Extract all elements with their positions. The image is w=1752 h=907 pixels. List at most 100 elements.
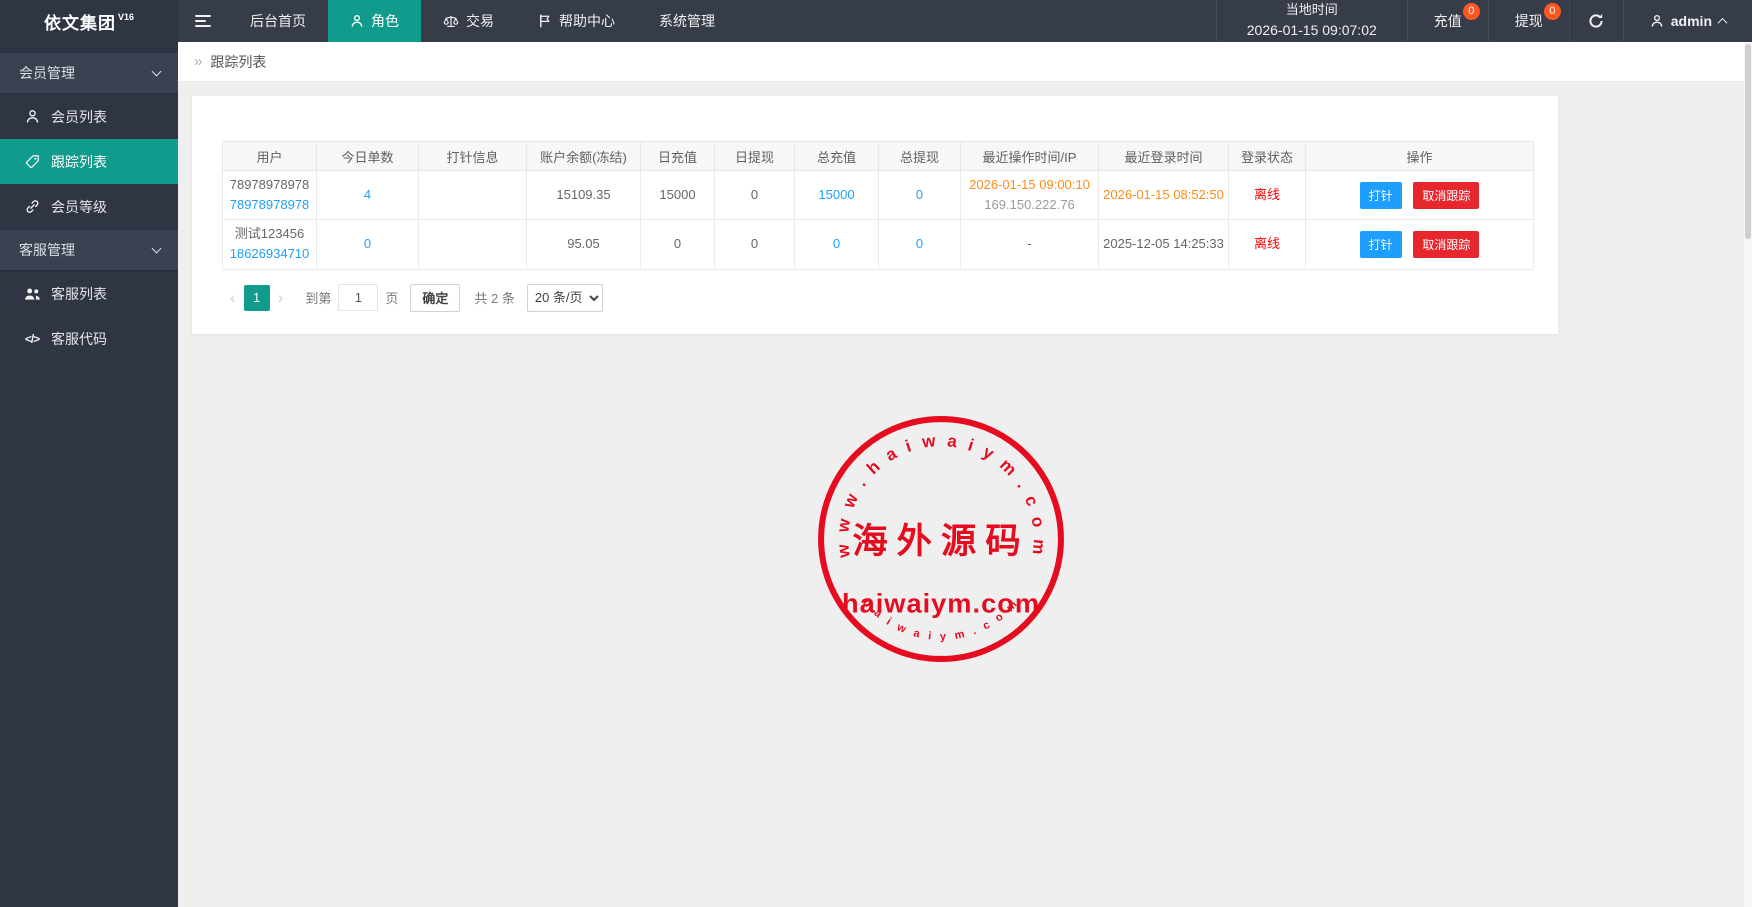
pagination: ‹ 1 › 到第 页 确定 共 2 条 20 条/页 bbox=[222, 284, 1534, 312]
link-icon bbox=[23, 199, 41, 214]
last-op-time: 2026-01-15 09:00:10 bbox=[965, 175, 1094, 195]
cell-inject-info bbox=[419, 220, 527, 269]
inject-button[interactable]: 打针 bbox=[1360, 231, 1402, 258]
cell-today-orders-link[interactable]: 0 bbox=[317, 220, 419, 269]
cell-total-withdraw-link[interactable]: 0 bbox=[879, 220, 961, 269]
nav-item-roles[interactable]: 角色 bbox=[328, 0, 421, 42]
vertical-scrollbar[interactable] bbox=[1744, 42, 1752, 907]
sidebar-collapse-icon[interactable] bbox=[178, 0, 228, 42]
username: admin bbox=[1671, 13, 1712, 29]
table-row: 78978978978 78978978978 4 15109.35 15000… bbox=[223, 171, 1534, 220]
goto-page-prefix: 到第 bbox=[305, 288, 331, 307]
cell-actions: 打针 取消跟踪 bbox=[1306, 220, 1534, 269]
current-page-button[interactable]: 1 bbox=[244, 285, 270, 311]
cell-total-withdraw-link[interactable]: 0 bbox=[879, 171, 961, 220]
cell-day-withdraw: 0 bbox=[715, 220, 795, 269]
code-icon: </> bbox=[23, 332, 41, 346]
goto-page-input[interactable] bbox=[338, 284, 378, 311]
col-last-login-time: 最近登录时间 bbox=[1099, 142, 1229, 171]
cancel-tracking-button[interactable]: 取消跟踪 bbox=[1413, 231, 1479, 258]
recharge-button[interactable]: 充值 0 bbox=[1407, 0, 1488, 42]
cell-last-login: 2026-01-15 08:52:50 bbox=[1099, 171, 1229, 220]
cell-last-login: 2025-12-05 14:25:33 bbox=[1099, 220, 1229, 269]
breadcrumb-label: 跟踪列表 bbox=[210, 52, 266, 72]
table-header-row: 用户 今日单数 打针信息 账户余额(冻结) 日充值 日提现 总充值 总提现 最近… bbox=[223, 142, 1534, 171]
cell-day-withdraw: 0 bbox=[715, 171, 795, 220]
cell-total-recharge-link[interactable]: 15000 bbox=[795, 171, 879, 220]
main-content: » 跟踪列表 用户 今日单数 打针信息 账户余额(冻结) 日充值 日提现 总充值… bbox=[178, 42, 1752, 907]
withdraw-button[interactable]: 提现 0 bbox=[1488, 0, 1569, 42]
top-nav-menu: 后台首页 角色 交易 帮助中心 系统管理 bbox=[228, 0, 737, 42]
breadcrumb-arrows-icon: » bbox=[194, 53, 202, 70]
prev-page-icon[interactable]: ‹ bbox=[222, 288, 244, 308]
sidebar: 会员管理 会员列表 跟踪列表 会员等级 客服管理 客服列表 </> 客服代码 bbox=[0, 42, 178, 907]
col-total-recharge: 总充值 bbox=[795, 142, 879, 171]
breadcrumb: » 跟踪列表 bbox=[178, 42, 1752, 82]
sidebar-item-service-list[interactable]: 客服列表 bbox=[0, 271, 178, 316]
sidebar-group-service-management[interactable]: 客服管理 bbox=[0, 229, 178, 271]
cell-user: 测试123456 18626934710 bbox=[223, 220, 317, 269]
scrollbar-thumb[interactable] bbox=[1745, 44, 1751, 239]
col-day-withdraw: 日提现 bbox=[715, 142, 795, 171]
users-icon bbox=[23, 287, 41, 301]
cell-total-recharge-link[interactable]: 0 bbox=[795, 220, 879, 269]
col-day-recharge: 日充值 bbox=[641, 142, 715, 171]
sidebar-item-member-list[interactable]: 会员列表 bbox=[0, 94, 178, 139]
app-logo-version: V16 bbox=[118, 12, 134, 22]
sidebar-item-member-level[interactable]: 会员等级 bbox=[0, 184, 178, 229]
refresh-icon bbox=[1588, 13, 1604, 29]
col-total-withdraw: 总提现 bbox=[879, 142, 961, 171]
table-row: 测试123456 18626934710 0 95.05 0 0 0 0 - 2… bbox=[223, 220, 1534, 269]
status-badge: 离线 bbox=[1229, 220, 1306, 269]
inject-button[interactable]: 打针 bbox=[1360, 182, 1402, 209]
next-page-icon[interactable]: › bbox=[270, 288, 292, 308]
user-phone-link[interactable]: 18626934710 bbox=[227, 244, 312, 264]
cell-user: 78978978978 78978978978 bbox=[223, 171, 317, 220]
cell-inject-info bbox=[419, 171, 527, 220]
sidebar-item-service-code[interactable]: </> 客服代码 bbox=[0, 316, 178, 361]
recharge-badge: 0 bbox=[1463, 3, 1480, 20]
sidebar-item-tracking-list[interactable]: 跟踪列表 bbox=[0, 139, 178, 184]
user-name: 78978978978 bbox=[227, 175, 312, 195]
status-badge: 离线 bbox=[1229, 171, 1306, 220]
nav-item-help-center[interactable]: 帮助中心 bbox=[516, 0, 637, 42]
nav-item-system[interactable]: 系统管理 bbox=[637, 0, 737, 42]
sidebar-group-member-management[interactable]: 会员管理 bbox=[0, 52, 178, 94]
tag-icon bbox=[23, 154, 41, 169]
cell-last-op: 2026-01-15 09:00:10 169.150.222.76 bbox=[961, 171, 1099, 220]
app-logo-title: 依文集团 bbox=[44, 9, 116, 34]
nav-item-trade[interactable]: 交易 bbox=[421, 0, 516, 42]
user-menu[interactable]: admin bbox=[1623, 0, 1752, 42]
topbar-right: 当地时间 2026-01-15 09:07:02 充值 0 提现 0 admin bbox=[1216, 0, 1752, 42]
goto-page-suffix: 页 bbox=[385, 288, 398, 307]
cell-balance: 95.05 bbox=[527, 220, 641, 269]
local-time-block: 当地时间 2026-01-15 09:07:02 bbox=[1216, 0, 1407, 42]
per-page-select[interactable]: 20 条/页 bbox=[527, 284, 603, 312]
cancel-tracking-button[interactable]: 取消跟踪 bbox=[1413, 182, 1479, 209]
local-time-value: 2026-01-15 09:07:02 bbox=[1247, 20, 1377, 42]
user-phone-link[interactable]: 78978978978 bbox=[227, 195, 312, 215]
cell-actions: 打针 取消跟踪 bbox=[1306, 171, 1534, 220]
user-icon bbox=[1650, 14, 1664, 28]
col-last-op-time-ip: 最近操作时间/IP bbox=[961, 142, 1099, 171]
nav-item-dashboard[interactable]: 后台首页 bbox=[228, 0, 328, 42]
chevron-down-icon bbox=[152, 243, 162, 253]
tracking-list-card: 用户 今日单数 打针信息 账户余额(冻结) 日充值 日提现 总充值 总提现 最近… bbox=[192, 96, 1558, 334]
total-count-label: 共 2 条 bbox=[474, 288, 514, 307]
cell-day-recharge: 0 bbox=[641, 220, 715, 269]
refresh-button[interactable] bbox=[1569, 0, 1623, 42]
confirm-page-button[interactable]: 确定 bbox=[410, 284, 460, 312]
user-name: 测试123456 bbox=[227, 224, 312, 244]
tracking-table: 用户 今日单数 打针信息 账户余额(冻结) 日充值 日提现 总充值 总提现 最近… bbox=[222, 141, 1534, 270]
person-icon bbox=[350, 14, 364, 28]
col-balance: 账户余额(冻结) bbox=[527, 142, 641, 171]
cell-today-orders-link[interactable]: 4 bbox=[317, 171, 419, 220]
col-login-status: 登录状态 bbox=[1229, 142, 1306, 171]
last-op-ip: 169.150.222.76 bbox=[965, 195, 1094, 215]
cell-last-op: - bbox=[961, 220, 1099, 269]
chevron-down-icon bbox=[152, 66, 162, 76]
col-inject-info: 打针信息 bbox=[419, 142, 527, 171]
person-icon bbox=[23, 109, 41, 124]
cell-balance: 15109.35 bbox=[527, 171, 641, 220]
col-actions: 操作 bbox=[1306, 142, 1534, 171]
